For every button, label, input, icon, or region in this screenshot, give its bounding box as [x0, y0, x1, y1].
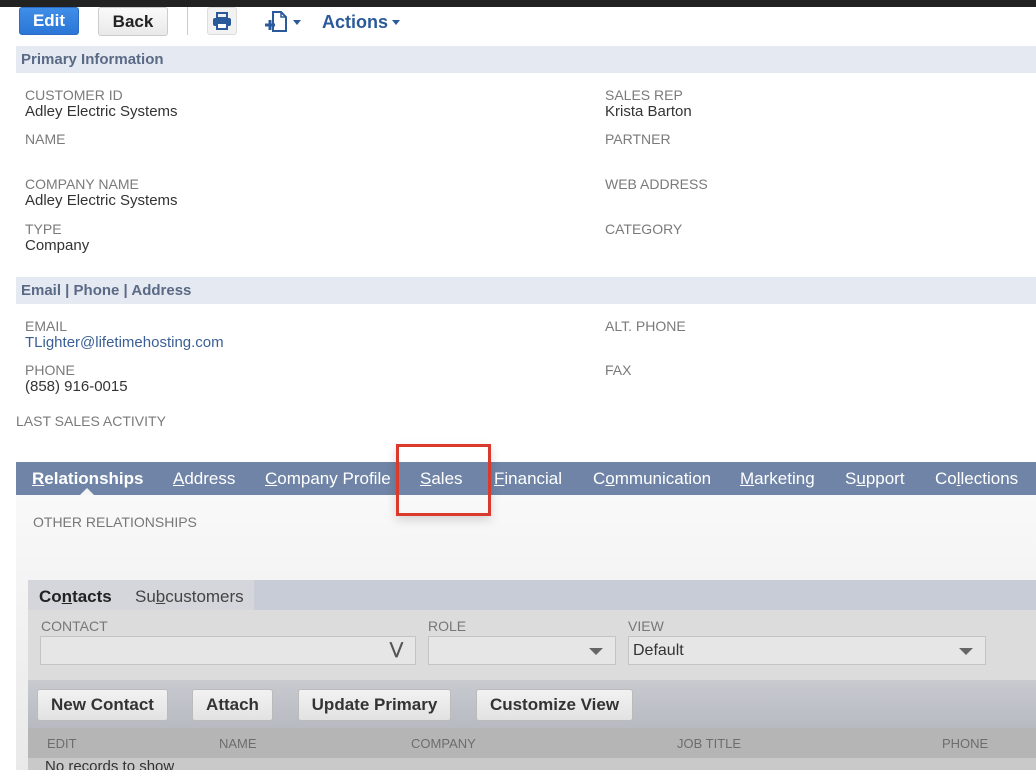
contact-filter-label: CONTACT: [41, 618, 108, 634]
field-type: TYPE Company: [25, 221, 89, 255]
update-primary-button[interactable]: Update Primary: [298, 689, 451, 721]
field-partner: PARTNER: [605, 131, 671, 147]
field-label: TYPE: [25, 221, 62, 237]
dropdown-arrow-icon: [589, 648, 603, 655]
column-header-job-title[interactable]: JOB TITLE: [677, 736, 741, 751]
tab-contacts[interactable]: Contacts: [39, 587, 112, 607]
field-label: CATEGORY: [605, 221, 683, 237]
tab-marketing[interactable]: Marketing: [740, 469, 815, 489]
tab-address[interactable]: Address: [173, 469, 235, 489]
chevron-down-icon: [293, 19, 301, 25]
field-label: CUSTOMER ID: [25, 87, 123, 103]
field-last-sales-activity: LAST SALES ACTIVITY: [16, 413, 166, 429]
chevron-down-icon: [392, 19, 401, 25]
view-filter-label: VIEW: [628, 618, 664, 634]
field-alt-phone: ALT. PHONE: [605, 318, 686, 334]
contact-info-header: Email | Phone | Address: [16, 277, 1036, 304]
contacts-table-header: [28, 728, 1036, 758]
dropdown-arrow-icon: [959, 648, 973, 655]
field-label: FAX: [605, 362, 632, 378]
view-select[interactable]: Default: [628, 636, 986, 665]
field-value: Company: [25, 237, 90, 254]
record-toolbar: Edit Back Actions: [0, 7, 1036, 43]
tab-relationships[interactable]: Relationships: [32, 469, 143, 489]
field-web-address: WEB ADDRESS: [605, 176, 708, 192]
tab-company-profile[interactable]: Company Profile: [265, 469, 391, 489]
field-value: Adley Electric Systems: [25, 192, 178, 209]
table-row: [28, 758, 1036, 770]
tab-subcustomers[interactable]: Subcustomers: [135, 587, 244, 607]
field-value: (858) 916-0015: [25, 378, 128, 395]
column-header-phone[interactable]: PHONE: [942, 736, 988, 751]
field-label: LAST SALES ACTIVITY: [16, 413, 166, 429]
column-header-edit[interactable]: EDIT: [47, 736, 77, 751]
new-contact-button[interactable]: New Contact: [37, 689, 168, 721]
field-label: SALES REP: [605, 87, 683, 103]
column-header-company[interactable]: COMPANY: [411, 736, 476, 751]
tab-support[interactable]: Support: [845, 469, 905, 489]
printer-icon: [213, 12, 231, 30]
window-top-strip: [0, 0, 1036, 7]
actions-menu[interactable]: Actions: [322, 9, 401, 35]
tab-communication[interactable]: Communication: [593, 469, 711, 489]
field-company-name: COMPANY NAME Adley Electric Systems: [25, 176, 178, 210]
primary-information-header: Primary Information: [16, 46, 1036, 73]
email-link[interactable]: TLighter@lifetimehosting.com: [25, 334, 224, 352]
active-tab-pointer: [80, 488, 94, 495]
double-chevron-down-icon: ⋁: [389, 641, 403, 658]
new-record-menu[interactable]: [263, 9, 305, 35]
field-email: EMAIL TLighter@lifetimehosting.com: [25, 318, 224, 352]
record-subtabs: Relationships Address Company Profile Sa…: [16, 462, 1036, 495]
other-relationships-label: OTHER RELATIONSHIPS: [33, 514, 197, 530]
attach-button[interactable]: Attach: [192, 689, 273, 721]
tab-collections[interactable]: Collections: [935, 469, 1018, 489]
print-button[interactable]: [207, 7, 237, 35]
back-button[interactable]: Back: [98, 7, 168, 36]
field-label: EMAIL: [25, 318, 68, 334]
field-label: NAME: [25, 131, 66, 147]
field-sales-rep: SALES REP Krista Barton: [605, 87, 692, 121]
field-label: ALT. PHONE: [605, 318, 686, 334]
view-select-value: Default: [633, 641, 684, 659]
customize-view-button[interactable]: Customize View: [476, 689, 633, 721]
field-fax: FAX: [605, 362, 631, 378]
tab-financial[interactable]: Financial: [494, 469, 562, 489]
field-value: Adley Electric Systems: [25, 103, 178, 120]
sales-tab-highlight-annotation: [396, 444, 491, 516]
role-select[interactable]: [428, 636, 616, 665]
field-label: WEB ADDRESS: [605, 176, 708, 192]
contact-select[interactable]: ⋁: [40, 636, 416, 665]
no-records-message: No records to show: [45, 758, 175, 770]
field-customer-id: CUSTOMER ID Adley Electric Systems: [25, 87, 178, 121]
field-phone: PHONE (858) 916-0015: [25, 362, 128, 396]
field-label: PARTNER: [605, 131, 671, 147]
field-label: PHONE: [25, 362, 75, 378]
toolbar-divider: [187, 7, 188, 35]
column-header-name[interactable]: NAME: [219, 736, 257, 751]
field-name: NAME: [25, 131, 65, 147]
field-category: CATEGORY: [605, 221, 682, 237]
field-label: COMPANY NAME: [25, 176, 139, 192]
actions-label: Actions: [322, 11, 389, 32]
field-value: Krista Barton: [605, 103, 692, 120]
new-document-icon: [265, 11, 287, 32]
role-filter-label: ROLE: [428, 618, 467, 634]
edit-button[interactable]: Edit: [19, 7, 79, 35]
